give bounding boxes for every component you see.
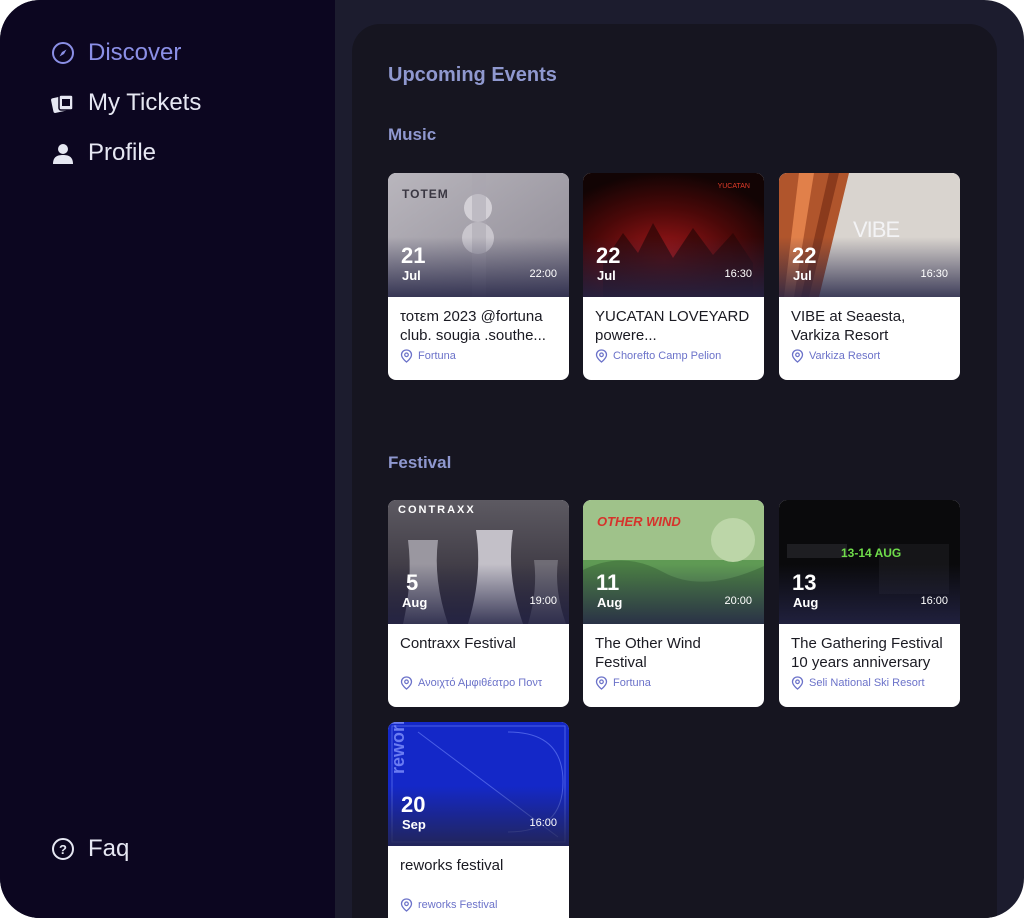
event-time: 16:30	[920, 268, 948, 280]
event-card[interactable]: TOTEM 21 Jul 22:00 τοτεm 2023 @fortuna c…	[388, 173, 569, 380]
event-day: 5	[406, 570, 419, 595]
poster-text: reworks	[388, 722, 408, 774]
event-day: 21	[401, 243, 426, 268]
event-card[interactable]: OTHER WIND 11 Aug 20:00 The Other Wind F…	[583, 500, 764, 707]
sidebar-item-discover[interactable]: Discover	[50, 39, 181, 67]
event-month: Jul	[402, 268, 421, 283]
event-day: 22	[596, 243, 621, 268]
event-location-text: Seli National Ski Resort	[809, 677, 925, 689]
location-pin-icon	[791, 349, 804, 363]
event-month: Jul	[793, 268, 812, 283]
poster-text: CONTRAXX	[398, 504, 476, 516]
poster-text: OTHER WIND	[597, 514, 681, 529]
main-panel: Upcoming Events Music TOTEM 21 Jul 22:00…	[352, 24, 997, 918]
event-poster: YUCATAN 22 Jul 16:30	[583, 173, 764, 297]
event-location: Seli National Ski Resort	[791, 676, 952, 690]
event-day: 20	[401, 792, 426, 817]
event-title: τοτεm 2023 @fortuna club. sougia .southe…	[400, 308, 546, 344]
event-card[interactable]: YUCATAN 22 Jul 16:30 YUCATAN LOVEYARD po…	[583, 173, 764, 380]
tickets-icon	[50, 90, 76, 116]
user-icon	[50, 140, 76, 166]
page-title: Upcoming Events	[388, 64, 557, 86]
event-month: Aug	[793, 595, 819, 610]
event-title: reworks festival	[400, 857, 504, 874]
event-location: Fortuna	[595, 676, 756, 690]
event-title: The Other Wind Festival	[595, 635, 701, 671]
compass-icon	[50, 40, 76, 66]
event-location-text: Fortuna	[418, 350, 456, 362]
location-pin-icon	[400, 898, 413, 912]
event-time: 16:00	[920, 595, 948, 607]
sidebar-item-label: Profile	[88, 139, 157, 166]
question-icon: ?	[50, 836, 76, 862]
event-time: 16:30	[724, 268, 752, 280]
event-day: 22	[792, 243, 817, 268]
location-pin-icon	[595, 676, 608, 690]
sidebar-item-faq[interactable]: ? Faq	[50, 835, 129, 863]
svg-text:?: ?	[59, 842, 67, 857]
event-month: Aug	[402, 595, 428, 610]
event-location: reworks Festival	[400, 898, 561, 912]
app-window: Discover My Tickets Profile ? Faq Upcomi…	[0, 0, 1024, 918]
poster-text: YUCATAN	[717, 183, 750, 190]
event-card[interactable]: VIBE 22 Jul 16:30 VIBE at Seaesta, Varki…	[779, 173, 960, 380]
event-location-text: Ανοιχτό Αμφιθέατρο Ποντ	[418, 677, 543, 689]
event-poster: reworks 20 Sep 16:00	[388, 722, 569, 846]
event-location-text: reworks Festival	[418, 899, 498, 911]
event-card[interactable]: 13-14 AUG 13 Aug 16:00 The Gathering Fes…	[779, 500, 960, 707]
event-month: Aug	[597, 595, 623, 610]
section-title-festival: Festival	[388, 453, 452, 472]
poster-text: 13-14 AUG	[841, 546, 902, 560]
event-location-text: Fortuna	[613, 677, 651, 689]
event-month: Sep	[402, 817, 426, 832]
event-location: Fortuna	[400, 349, 561, 363]
event-location: Varkiza Resort	[791, 349, 952, 363]
event-time: 22:00	[529, 268, 557, 280]
event-poster: TOTEM 21 Jul 22:00	[388, 173, 569, 297]
event-time: 20:00	[724, 595, 752, 607]
sidebar-item-my-tickets[interactable]: My Tickets	[50, 89, 201, 117]
event-title: The Gathering Festival 10 years annivers…	[791, 635, 943, 671]
event-location: Ανοιχτό Αμφιθέατρο Ποντ	[400, 676, 561, 690]
event-card[interactable]: CONTRAXX 5 Aug 19:00 Contraxx Festival Α…	[388, 500, 569, 707]
location-pin-icon	[400, 349, 413, 363]
event-card[interactable]: reworks 20 Sep 16:00 reworks festival re…	[388, 722, 569, 918]
event-time: 19:00	[529, 595, 557, 607]
event-location-text: Varkiza Resort	[809, 350, 881, 362]
event-title: YUCATAN LOVEYARD powere...	[595, 308, 750, 344]
sidebar-item-label: My Tickets	[88, 89, 202, 116]
event-day: 13	[792, 570, 817, 595]
event-poster: OTHER WIND 11 Aug 20:00	[583, 500, 764, 624]
location-pin-icon	[791, 676, 804, 690]
sidebar-item-label: Faq	[88, 835, 130, 862]
event-title: VIBE at Seaesta, Varkiza Resort	[791, 308, 906, 344]
location-pin-icon	[400, 676, 413, 690]
sidebar-item-label: Discover	[88, 39, 182, 66]
event-month: Jul	[597, 268, 616, 283]
event-poster: VIBE 22 Jul 16:30	[779, 173, 960, 297]
event-location-text: Chorefto Camp Pelion	[613, 350, 722, 362]
sidebar-item-profile[interactable]: Profile	[50, 139, 156, 167]
event-title: Contraxx Festival	[400, 635, 516, 652]
event-poster: 13-14 AUG 13 Aug 16:00	[779, 500, 960, 624]
sidebar: Discover My Tickets Profile ? Faq	[0, 0, 335, 918]
event-poster: CONTRAXX 5 Aug 19:00	[388, 500, 569, 624]
event-day: 11	[596, 570, 620, 595]
location-pin-icon	[595, 349, 608, 363]
event-time: 16:00	[529, 817, 557, 829]
poster-text: TOTEM	[402, 187, 449, 201]
event-location: Chorefto Camp Pelion	[595, 349, 756, 363]
section-title-music: Music	[388, 125, 437, 144]
